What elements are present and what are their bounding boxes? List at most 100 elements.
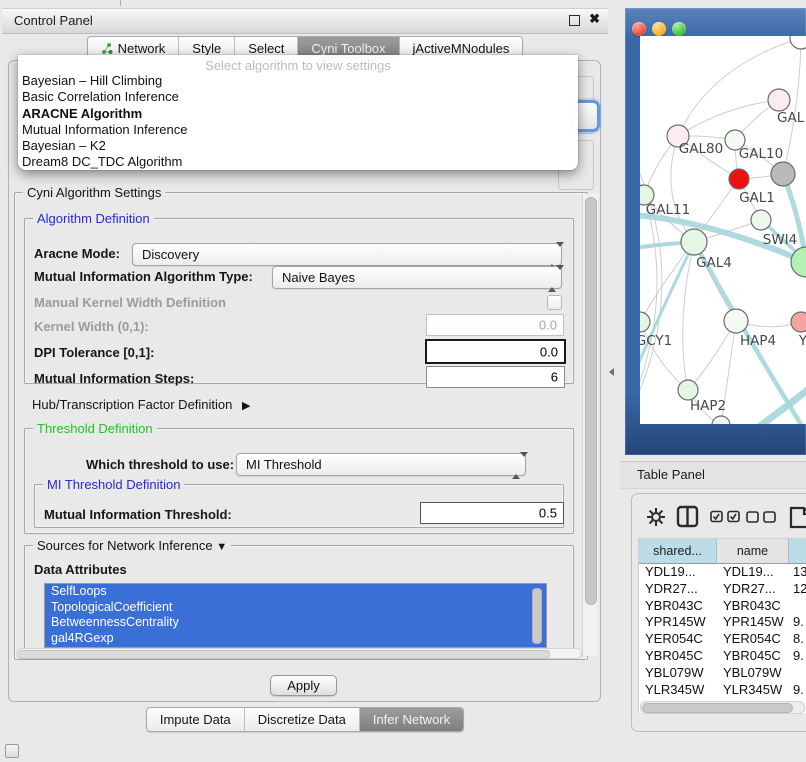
table-column-header[interactable] [789, 539, 806, 564]
float-panel-icon[interactable] [569, 15, 580, 26]
table-cell: 13 [793, 564, 806, 581]
network-node-y[interactable] [791, 312, 806, 332]
table-horizontal-scrollbar[interactable] [640, 701, 805, 714]
network-node-label: GAL11 [646, 202, 690, 218]
close-panel-icon[interactable]: ✖ [589, 11, 600, 27]
network-node[interactable] [771, 162, 795, 186]
mi-type-select[interactable]: Naive Bayes [272, 266, 562, 289]
hub-expander-label: Hub/Transcription Factor Definition [32, 397, 232, 412]
tab-label: Impute Data [160, 709, 231, 731]
new-table-icon[interactable] [789, 504, 806, 530]
settings-hscroll-thumb[interactable] [18, 650, 550, 659]
node-table[interactable]: shared...name YDL19...YDL19...13YDR27...… [638, 538, 806, 713]
dpi-tolerance-input[interactable]: 0.0 [425, 339, 566, 364]
table-row[interactable]: YDL19...YDL19...13 [639, 564, 806, 581]
network-node-gal4[interactable] [681, 229, 707, 255]
deselect-all-checkboxes-icon[interactable] [746, 511, 777, 523]
attributes-vscroll-thumb[interactable] [532, 588, 542, 644]
combo-arrows-icon [548, 247, 557, 262]
dropdown-item[interactable]: Dream8 DC_TDC Algorithm [22, 154, 574, 170]
table-cell: YER054C [645, 631, 703, 648]
attribute-list-item[interactable]: TopologicalCoefficient [45, 600, 546, 616]
expander-expanded-icon[interactable]: ▼ [216, 541, 227, 553]
table-row[interactable]: YPR145WYPR145W9. [639, 614, 806, 631]
aracne-mode-label: Aracne Mode: [34, 246, 120, 261]
window-zoom-icon[interactable] [672, 22, 686, 36]
dropdown-item[interactable]: Basic Correlation Inference [22, 89, 574, 105]
network-canvas[interactable]: GALGAL80GAL10GAL1GAL11SWI4GAL4GCY1HAP4YH… [640, 36, 806, 424]
table-cell: YBR045C [645, 648, 703, 665]
table-cell: 9. [793, 682, 804, 699]
network-node-hap2[interactable] [678, 380, 698, 400]
table-row[interactable]: YLR345W YLR345W 9. [639, 682, 806, 699]
combo-arrows-icon [512, 457, 521, 472]
window-minimize-icon[interactable] [652, 22, 666, 36]
settings-horizontal-scrollbar[interactable] [16, 648, 582, 659]
network-tab-icon [101, 42, 113, 55]
table-cell: YLR345W [645, 682, 704, 699]
manual-kernel-checkbox[interactable] [547, 295, 562, 310]
table-settings-gear-icon[interactable] [646, 507, 666, 527]
combo-arrows-icon [548, 270, 557, 285]
network-node-gcy1[interactable] [640, 312, 650, 332]
network-node-hap4[interactable] [724, 309, 748, 333]
network-node-swi4[interactable] [751, 210, 771, 230]
kernel-width-input[interactable]: 0.0 [426, 314, 564, 336]
dropdown-item[interactable]: Mutual Information Inference [22, 122, 574, 138]
apply-button[interactable]: Apply [270, 675, 337, 696]
hub-expander[interactable]: Hub/Transcription Factor Definition ▶ [32, 397, 250, 412]
table-panel-titlebar: Table Panel [620, 461, 806, 489]
mi-threshold-input[interactable]: 0.5 [420, 502, 564, 524]
attribute-list-item[interactable]: BetweennessCentrality [45, 615, 546, 631]
window-close-icon[interactable] [632, 22, 646, 36]
table-row[interactable]: YBR043CYBR043C [639, 598, 806, 615]
network-node[interactable] [712, 416, 730, 424]
dropdown-item[interactable]: Bayesian – Hill Climbing [22, 73, 574, 89]
aracne-mode-select[interactable]: Discovery [132, 243, 562, 266]
mi-threshold-label: Mutual Information Threshold: [44, 507, 232, 522]
table-row[interactable]: YER054C YER054C 8. [639, 631, 806, 648]
attribute-list-item[interactable]: SelfLoops [45, 584, 546, 600]
network-view-window[interactable]: GALGAL80GAL10GAL1GAL11SWI4GAL4GCY1HAP4YH… [625, 8, 806, 455]
dpi-tolerance-label: DPI Tolerance [0,1]: [34, 345, 154, 360]
table-column-header[interactable]: shared... [639, 539, 717, 564]
dpi-tolerance-value: 0.0 [540, 344, 558, 359]
data-attributes-list[interactable]: SelfLoopsTopologicalCoefficientBetweenne… [44, 583, 547, 648]
mi-steps-input[interactable]: 6 [426, 366, 565, 388]
kernel-width-value: 0.0 [539, 318, 557, 333]
mi-threshold-value: 0.5 [539, 506, 557, 521]
tab-infer-network[interactable]: Infer Network [360, 708, 463, 731]
table-cell: YBR045C [723, 648, 781, 665]
network-node-gal1[interactable] [729, 169, 749, 189]
which-threshold-select[interactable]: MI Threshold [236, 453, 526, 476]
table-cell: YBL079W [645, 665, 704, 682]
dropdown-item[interactable]: ARACNE Algorithm [22, 106, 574, 122]
collapsed-panel-icon[interactable] [5, 744, 19, 758]
table-column-header[interactable]: name [717, 539, 789, 564]
dropdown-item[interactable]: Bayesian – K2 [22, 138, 574, 154]
bottom-tab-bar: Impute Data Discretize DataInfer Network [0, 707, 610, 730]
table-row[interactable]: YBR045CYBR045C9. [639, 648, 806, 665]
network-node[interactable] [790, 36, 806, 49]
table-cell: YDR27... [645, 581, 698, 598]
split-columns-icon[interactable] [676, 505, 699, 528]
splitter-collapse-arrow-icon[interactable] [609, 368, 614, 376]
sources-legend-wrap: Sources for Network Inference ▼ [33, 538, 231, 555]
table-row[interactable]: YBL079WYBL079W [639, 665, 806, 682]
dropdown-item-list: Bayesian – Hill ClimbingBasic Correlatio… [22, 73, 574, 171]
attribute-list-item[interactable]: gal4RGexp [45, 631, 546, 647]
table-cell: YER054C [723, 631, 781, 648]
table-row[interactable]: YDR27...YDR27...12 [639, 581, 806, 598]
select-all-checkboxes-icon[interactable] [710, 510, 741, 523]
tab-discretize-data[interactable]: Discretize Data [245, 708, 360, 731]
table-hscroll-thumb[interactable] [642, 703, 793, 713]
network-graph: GALGAL80GAL10GAL1GAL11SWI4GAL4GCY1HAP4YH… [640, 36, 806, 424]
network-edge [640, 242, 694, 322]
tab-impute-data[interactable]: Impute Data [147, 708, 245, 731]
settings-vertical-scrollbar[interactable] [582, 194, 598, 656]
settings-vscroll-thumb[interactable] [585, 197, 597, 605]
network-node-gal[interactable] [768, 89, 790, 111]
table-cell: YLR345W [723, 682, 782, 699]
network-node-label: Y [798, 333, 806, 349]
table-cell: 8. [793, 631, 804, 648]
